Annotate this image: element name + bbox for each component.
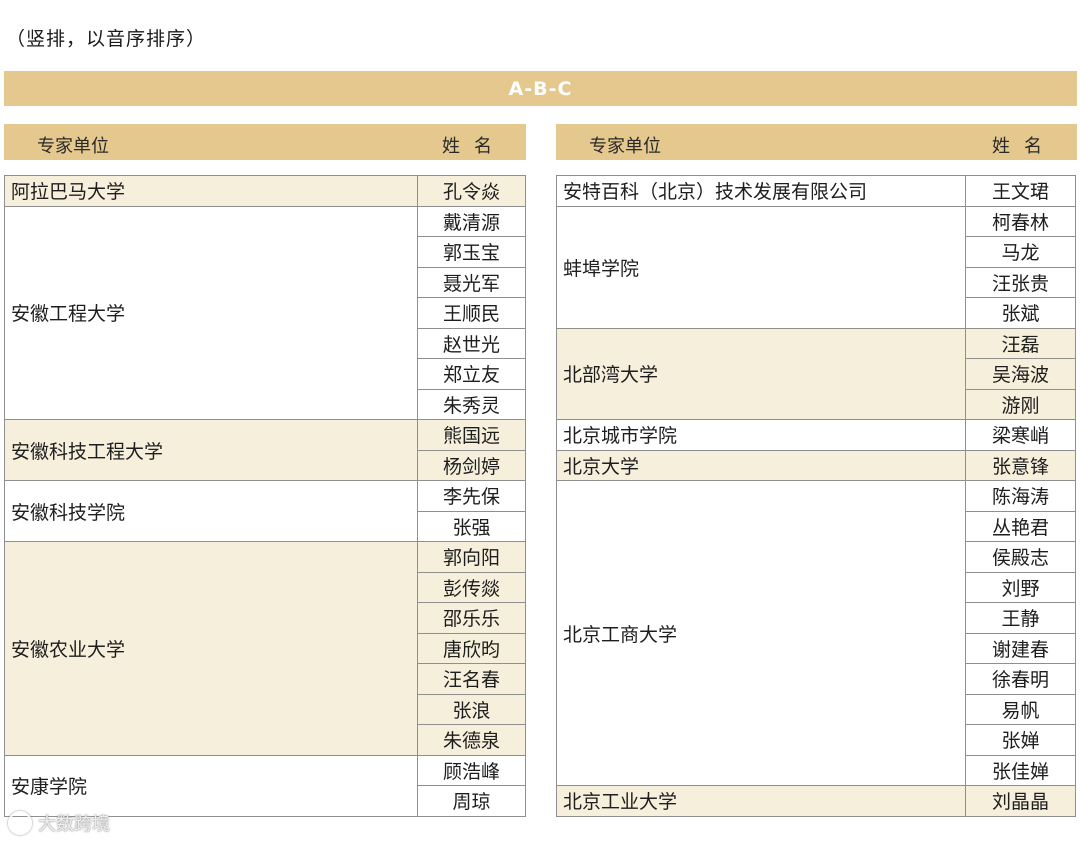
table-row: 安康学院 顾浩峰 — [4, 754, 526, 817]
expert-name-cell: 柯春林 — [965, 205, 1076, 237]
expert-name-cell: 刘野 — [965, 571, 1076, 603]
expert-name-cell: 赵世光 — [417, 327, 526, 359]
expert-name-cell: 周琼 — [417, 785, 526, 817]
unit-header: 专家单位 — [589, 136, 661, 157]
left-expert-table: 阿拉巴马大学 孔令焱 安徽工程大学 戴清源 郭玉宝 聂光军 王顺民 赵世光 郑立友 朱秀灵 安徽科技… — [4, 175, 526, 817]
expert-name-cell: 熊国远 — [417, 419, 526, 451]
expert-name-cell: 丛艳君 — [965, 510, 1076, 542]
expert-name-cell: 郑立友 — [417, 358, 526, 390]
expert-name-cell: 刘晶晶 — [965, 785, 1076, 817]
table-row: 北京工业大学 刘晶晶 — [556, 785, 1076, 817]
table-row: 阿拉巴马大学 孔令焱 — [4, 175, 526, 207]
expert-name-cell: 马龙 — [965, 236, 1076, 268]
expert-name-cell: 王顺民 — [417, 297, 526, 329]
unit-cell: 安徽农业大学 — [4, 541, 418, 756]
right-column-header: 专家单位 姓名 — [556, 124, 1077, 160]
table-row: 蚌埠学院 柯春林 — [556, 205, 1076, 329]
table-row: 安徽农业大学 郭向阳 — [4, 541, 526, 756]
expert-name-cell: 顾浩峰 — [417, 754, 526, 786]
expert-name-cell: 陈海涛 — [965, 480, 1076, 512]
expert-name-cell: 李先保 — [417, 480, 526, 512]
unit-cell: 安徽科技工程大学 — [4, 419, 418, 481]
expert-name-cell: 张意锋 — [965, 449, 1076, 481]
right-expert-table: 安特百科（北京）技术发展有限公司 王文珺 蚌埠学院 柯春林 马龙 汪张贵 张斌 北部湾大学 汪磊… — [556, 175, 1076, 817]
expert-name-cell: 易帆 — [965, 693, 1076, 725]
expert-name-cell: 张斌 — [965, 297, 1076, 329]
table-row: 北部湾大学 汪磊 — [556, 327, 1076, 420]
expert-name-cell: 唐欣昀 — [417, 632, 526, 664]
expert-name-cell: 王静 — [965, 602, 1076, 634]
watermark-text: 大数跨境 — [38, 814, 110, 835]
unit-cell: 北京城市学院 — [556, 419, 966, 451]
table-row: 北京城市学院 梁寒峭 — [556, 419, 1076, 451]
expert-name-cell: 汪张贵 — [965, 266, 1076, 298]
expert-name-cell: 汪名春 — [417, 663, 526, 695]
table-row: 北京大学 张意锋 — [556, 449, 1076, 481]
expert-name-cell: 谢建春 — [965, 632, 1076, 664]
name-header: 姓名 — [992, 136, 1056, 157]
table-row: 安徽科技学院 李先保 — [4, 480, 526, 542]
expert-name-cell: 徐春明 — [965, 663, 1076, 695]
expert-name-cell: 杨剑婷 — [417, 449, 526, 481]
watermark-logo-icon — [8, 811, 32, 835]
expert-name-cell: 朱德泉 — [417, 724, 526, 756]
expert-name-cell: 张浪 — [417, 693, 526, 725]
expert-name-cell: 张婵 — [965, 724, 1076, 756]
expert-name-cell: 郭玉宝 — [417, 236, 526, 268]
expert-name-cell: 孔令焱 — [417, 175, 526, 207]
unit-cell: 北京大学 — [556, 449, 966, 481]
unit-cell: 阿拉巴马大学 — [4, 175, 418, 207]
table-row: 安徽工程大学 戴清源 — [4, 205, 526, 420]
unit-cell: 安特百科（北京）技术发展有限公司 — [556, 175, 966, 207]
unit-header: 专家单位 — [37, 136, 109, 157]
left-column-header: 专家单位 姓名 — [4, 124, 526, 160]
expert-name-cell: 吴海波 — [965, 358, 1076, 390]
unit-cell: 北京工业大学 — [556, 785, 966, 817]
expert-name-cell: 梁寒峭 — [965, 419, 1076, 451]
section-letters: A-B-C — [508, 77, 573, 100]
expert-name-cell: 侯殿志 — [965, 541, 1076, 573]
table-row: 北京工商大学 陈海涛 — [556, 480, 1076, 786]
expert-name-cell: 邵乐乐 — [417, 602, 526, 634]
sort-note: （竖排，以音序排序） — [6, 28, 207, 50]
unit-cell: 安康学院 — [4, 754, 418, 817]
unit-cell: 安徽工程大学 — [4, 205, 418, 420]
table-row: 安徽科技工程大学 熊国远 — [4, 419, 526, 481]
expert-name-cell: 张强 — [417, 510, 526, 542]
unit-cell: 安徽科技学院 — [4, 480, 418, 542]
unit-cell: 北部湾大学 — [556, 327, 966, 420]
expert-name-cell: 聂光军 — [417, 266, 526, 298]
expert-name-cell: 汪磊 — [965, 327, 1076, 359]
unit-cell: 北京工商大学 — [556, 480, 966, 786]
section-banner: A-B-C — [4, 71, 1077, 106]
watermark: 大数跨境 — [8, 810, 110, 836]
expert-name-cell: 朱秀灵 — [417, 388, 526, 420]
expert-name-cell: 戴清源 — [417, 205, 526, 237]
expert-name-cell: 游刚 — [965, 388, 1076, 420]
expert-name-cell: 彭传燚 — [417, 571, 526, 603]
table-row: 安特百科（北京）技术发展有限公司 王文珺 — [556, 175, 1076, 207]
name-header: 姓名 — [442, 136, 506, 157]
expert-name-cell: 张佳婵 — [965, 754, 1076, 786]
expert-name-cell: 王文珺 — [965, 175, 1076, 207]
unit-cell: 蚌埠学院 — [556, 205, 966, 329]
expert-name-cell: 郭向阳 — [417, 541, 526, 573]
